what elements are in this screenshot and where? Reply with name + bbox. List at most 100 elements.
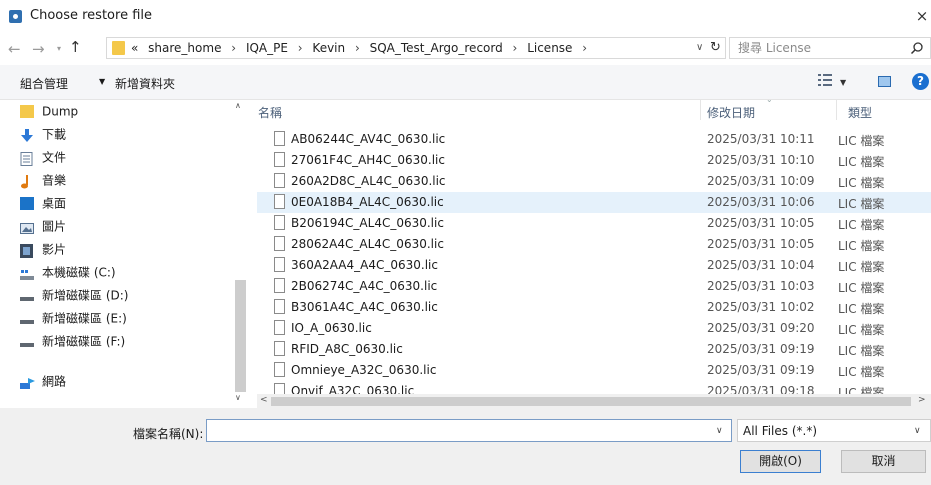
forward-arrow-icon[interactable]: → <box>32 40 45 58</box>
file-type: LIC 檔案 <box>838 239 885 253</box>
file-modified: 2025/03/31 09:19 <box>707 363 815 377</box>
chevron-right-icon[interactable]: › <box>231 41 236 55</box>
sidebar-item-local-disk-c[interactable]: 本機磁碟 (C:) <box>20 261 116 283</box>
search-input[interactable] <box>738 41 898 55</box>
sidebar-item-music[interactable]: 音樂 <box>20 169 66 191</box>
view-options-icon[interactable] <box>818 73 834 91</box>
search-icon[interactable] <box>910 41 924 55</box>
sidebar-item-network[interactable]: 網路 <box>20 370 66 392</box>
file-row[interactable]: 260A2D8C_AL4C_0630.lic 2025/03/31 10:09 LI… <box>257 171 931 192</box>
file-icon <box>274 131 285 146</box>
file-type: LIC 檔案 <box>838 281 885 295</box>
recent-locations-chevron-icon[interactable]: ▾ <box>57 44 61 53</box>
address-dropdown-icon[interactable]: ∨ <box>696 42 703 53</box>
file-row-selected[interactable]: 0E0A18B4_AL4C_0630.lic 2025/03/31 10:06 LI… <box>257 192 931 213</box>
file-row[interactable]: 2B06274C_A4C_0630.lic 2025/03/31 10:03 LIC… <box>257 276 931 297</box>
close-button[interactable]: × <box>912 6 931 26</box>
new-folder-button[interactable]: 新增資料夾 <box>115 75 175 92</box>
refresh-icon[interactable]: ↻ <box>710 40 721 55</box>
file-icon <box>274 236 285 251</box>
network-icon <box>20 375 35 389</box>
download-icon <box>20 128 34 142</box>
scroll-left-icon[interactable]: < <box>260 395 268 405</box>
horizontal-scroll-thumb[interactable] <box>271 397 911 406</box>
file-modified: 2025/03/31 10:11 <box>707 132 815 146</box>
scroll-right-icon[interactable]: > <box>918 395 926 405</box>
sidebar-item-label: 網路 <box>42 374 67 389</box>
up-arrow-icon[interactable]: ↑ <box>69 38 82 56</box>
chevron-right-icon[interactable]: › <box>582 41 587 55</box>
column-divider[interactable] <box>836 100 837 120</box>
filename-dropdown-icon[interactable]: ∨ <box>716 426 723 436</box>
chevron-right-icon[interactable]: › <box>513 41 518 55</box>
cancel-button[interactable]: 取消 <box>841 450 926 473</box>
sidebar-item-label: 桌面 <box>42 196 67 211</box>
file-row[interactable]: RFID_A8C_0630.lic 2025/03/31 09:19 LIC 檔案 <box>257 339 931 360</box>
file-type: LIC 檔案 <box>838 365 885 379</box>
chevron-right-icon[interactable]: › <box>355 41 360 55</box>
file-row[interactable]: 27061F4C_AH4C_0630.lic 2025/03/31 10:10 LI… <box>257 150 931 171</box>
file-type: LIC 檔案 <box>838 134 885 148</box>
sidebar-item-desktop[interactable]: 桌面 <box>20 192 66 214</box>
sidebar-item-dump[interactable]: Dump <box>20 100 78 122</box>
file-row[interactable]: AB06244C_AV4C_0630.lic 2025/03/31 10:11 LI… <box>257 129 931 150</box>
file-row[interactable]: B206194C_AL4C_0630.lic 2025/03/31 10:05 LI… <box>257 213 931 234</box>
search-box[interactable] <box>729 37 931 59</box>
file-type: LIC 檔案 <box>838 323 885 337</box>
file-row[interactable]: 360A2AA4_A4C_0630.lic 2025/03/31 10:04 LIC… <box>257 255 931 276</box>
breadcrumb-item[interactable]: IQA_PE <box>246 41 288 55</box>
file-row[interactable]: Onvif_A32C_0630.lic 2025/03/31 09:18 LIC 檔… <box>257 381 931 394</box>
scroll-down-icon[interactable]: ∨ <box>235 393 241 402</box>
filename-combobox[interactable] <box>206 419 732 442</box>
sidebar-item-drive-d[interactable]: 新增磁碟區 (D:) <box>20 284 128 306</box>
sidebar-item-drive-f[interactable]: 新增磁碟區 (F:) <box>20 330 125 352</box>
organize-button[interactable]: 組合管理 <box>20 75 68 92</box>
caret-down-icon[interactable]: ▼ <box>99 77 105 86</box>
chevron-right-icon[interactable]: › <box>298 41 303 55</box>
breadcrumb-overflow[interactable]: « <box>131 41 138 55</box>
column-header-type[interactable]: 類型 <box>848 104 872 121</box>
filename-input[interactable] <box>211 422 701 436</box>
breadcrumb-item[interactable]: share_home <box>148 41 221 55</box>
sidebar-item-drive-e[interactable]: 新增磁碟區 (E:) <box>20 307 127 329</box>
sidebar-item-label: Dump <box>42 104 79 119</box>
sidebar-item-downloads[interactable]: 下載 <box>20 123 66 145</box>
file-row[interactable]: 28062A4C_AL4C_0630.lic 2025/03/31 10:05 LI… <box>257 234 931 255</box>
file-modified: 2025/03/31 09:19 <box>707 342 815 356</box>
column-divider[interactable] <box>700 100 701 120</box>
file-type: LIC 檔案 <box>838 344 885 358</box>
file-icon <box>274 215 285 230</box>
folder-icon <box>112 41 125 55</box>
desktop-icon <box>20 197 34 210</box>
back-arrow-icon[interactable]: ← <box>8 40 21 58</box>
file-row[interactable]: B3061A4C_A4C_0630.lic 2025/03/31 10:02 LIC… <box>257 297 931 318</box>
sidebar-item-label: 本機磁碟 (C:) <box>42 265 116 280</box>
file-name: 0E0A18B4_AL4C_0630.lic <box>291 195 444 209</box>
filter-dropdown-icon[interactable]: ∨ <box>914 426 921 436</box>
breadcrumb-item[interactable]: Kevin <box>312 41 345 55</box>
scroll-up-icon[interactable]: ∧ <box>235 101 241 110</box>
file-icon <box>274 341 285 356</box>
address-bar[interactable]: « share_home › IQA_PE › Kevin › SQA_Test… <box>106 37 726 59</box>
preview-pane-icon[interactable] <box>878 76 891 87</box>
sidebar-item-label: 新增磁碟區 (E:) <box>42 311 127 326</box>
sidebar-item-videos[interactable]: 影片 <box>20 238 66 260</box>
window-title: Choose restore file <box>30 8 152 23</box>
sidebar-item-label: 新增磁碟區 (D:) <box>42 288 129 303</box>
file-row[interactable]: IO_A_0630.lic 2025/03/31 09:20 LIC 檔案 <box>257 318 931 339</box>
file-row[interactable]: Omnieye_A32C_0630.lic 2025/03/31 09:19 LIC… <box>257 360 931 381</box>
caret-down-icon[interactable]: ▼ <box>840 78 846 87</box>
breadcrumb-item[interactable]: SQA_Test_Argo_record <box>370 41 503 55</box>
sidebar-item-documents[interactable]: 文件 <box>20 146 66 168</box>
sidebar-item-label: 文件 <box>42 150 67 165</box>
column-header-name[interactable]: 名稱 <box>258 104 282 121</box>
column-header-row: 名稱 修改日期 類型 <box>253 104 931 124</box>
sidebar-scroll-thumb[interactable] <box>235 280 246 392</box>
column-header-modified[interactable]: 修改日期 <box>707 104 755 121</box>
breadcrumb-item[interactable]: License <box>527 41 572 55</box>
sidebar-item-pictures[interactable]: 圖片 <box>20 215 66 237</box>
file-name: 2B06274C_A4C_0630.lic <box>291 279 438 293</box>
file-icon <box>274 278 285 293</box>
open-button[interactable]: 開啟(O) <box>740 450 821 473</box>
help-icon[interactable]: ? <box>912 73 929 90</box>
